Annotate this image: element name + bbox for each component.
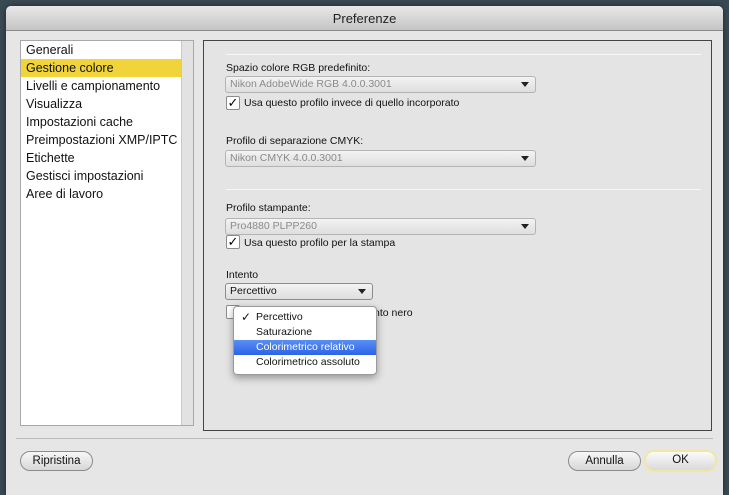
cmyk-profile-value: Nikon CMYK 4.0.0.3001 [230,152,343,164]
menu-item-percettivo[interactable]: ✓ Percettivo [234,310,376,325]
ok-button[interactable]: OK [644,450,717,472]
cmyk-profile-popup[interactable]: Nikon CMYK 4.0.0.3001 [225,150,536,167]
reset-button[interactable]: Ripristina [20,451,93,471]
window-title: Preferenze [6,6,723,31]
cancel-button[interactable]: Annulla [568,451,641,471]
intent-popup[interactable]: Percettivo [225,283,373,300]
sidebar: Generali Gestione colore Livelli e campi… [20,40,194,426]
black-point-label: nto nero [374,307,413,319]
menu-item-label: Colorimetrico relativo [256,341,355,353]
menu-item-saturazione[interactable]: Saturazione [234,325,376,340]
intent-label: Intento [226,269,259,281]
sidebar-scrollbar[interactable] [181,41,193,425]
rgb-checkbox[interactable]: ✓ [226,96,240,110]
printer-profile-popup[interactable]: Pro4880 PLPP260 [225,218,536,235]
sidebar-item-livelli[interactable]: Livelli e campionamento [21,77,193,95]
divider [226,189,701,190]
rgb-checkbox-label: Usa questo profilo invece di quello inco… [244,97,460,109]
menu-item-colorimetrico-assoluto[interactable]: Colorimetrico assoluto [234,355,376,370]
sidebar-item-etichette[interactable]: Etichette [21,149,193,167]
sidebar-item-aree-lavoro[interactable]: Aree di lavoro [21,185,193,203]
divider [226,54,701,55]
sidebar-item-visualizza[interactable]: Visualizza [21,95,193,113]
menu-item-label: Percettivo [256,311,303,323]
chevron-down-icon [521,82,529,87]
chevron-down-icon [358,289,366,294]
chevron-down-icon [521,156,529,161]
menu-item-label: Saturazione [256,326,313,338]
chevron-down-icon [521,224,529,229]
menu-item-colorimetrico-relativo[interactable]: Colorimetrico relativo [234,340,376,355]
intent-value: Percettivo [230,285,277,297]
intent-dropdown-menu: ✓ Percettivo Saturazione Colorimetrico r… [233,306,377,375]
sidebar-item-generali[interactable]: Generali [21,41,193,59]
rgb-label: Spazio colore RGB predefinito: [226,62,371,74]
cmyk-label: Profilo di separazione CMYK: [226,135,364,147]
preferences-window: Preferenze Generali Gestione colore Live… [6,6,723,495]
sidebar-item-xmp-iptc[interactable]: Preimpostazioni XMP/IPTC [21,131,193,149]
printer-label: Profilo stampante: [226,202,311,214]
sidebar-item-gestisci[interactable]: Gestisci impostazioni [21,167,193,185]
footer-divider [16,438,713,439]
sidebar-item-gestione-colore[interactable]: Gestione colore [21,59,193,77]
printer-checkbox[interactable]: ✓ [226,235,240,249]
sidebar-item-cache[interactable]: Impostazioni cache [21,113,193,131]
rgb-profile-popup[interactable]: Nikon AdobeWide RGB 4.0.0.3001 [225,76,536,93]
rgb-profile-value: Nikon AdobeWide RGB 4.0.0.3001 [230,78,392,90]
printer-profile-value: Pro4880 PLPP260 [230,220,317,232]
printer-checkbox-label: Usa questo profilo per la stampa [244,237,396,249]
checkmark-icon: ✓ [241,310,252,324]
menu-item-label: Colorimetrico assoluto [256,356,360,368]
